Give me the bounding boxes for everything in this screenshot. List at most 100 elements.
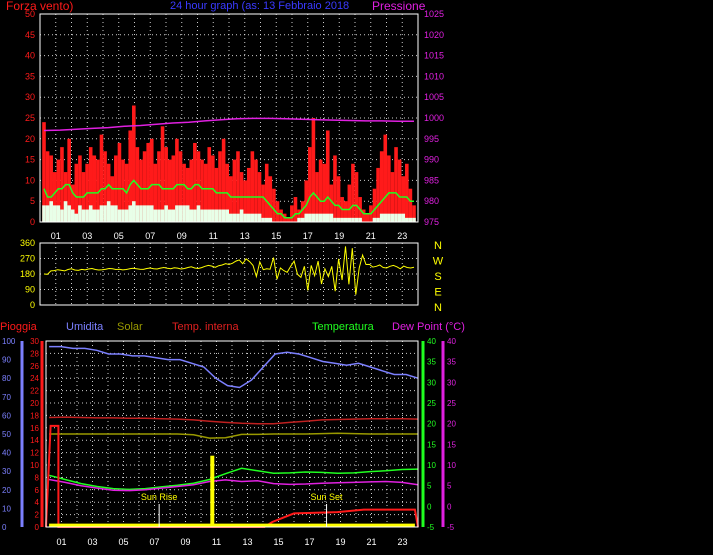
dewpoint-tick-label: -5 <box>447 523 455 532</box>
wind-min-bar <box>74 213 79 222</box>
wind-min-bar <box>229 213 233 222</box>
compass-label: W <box>433 256 444 268</box>
pressure-tick-label: 985 <box>424 175 439 185</box>
gust-bar <box>254 159 258 222</box>
wind-min-bar <box>214 209 219 222</box>
wind-direction-panel: 090180270360 NWSEN <box>20 238 444 314</box>
temperature-tick-label: 25 <box>427 399 436 408</box>
wind-min-bar <box>135 205 140 222</box>
pressure-tick-label: 1015 <box>424 51 444 61</box>
rain-tick-label: 10 <box>30 461 39 470</box>
gust-bar <box>272 188 276 222</box>
temperature-line <box>48 467 419 491</box>
x-tick-label: 09 <box>177 231 187 241</box>
rain-tick-label: 0 <box>35 523 40 532</box>
pressure-tick-label: 1020 <box>424 30 444 40</box>
wind-min-bar <box>322 213 326 222</box>
wind-min-bar <box>92 209 97 222</box>
wind-min-bar <box>311 213 316 222</box>
gust-bar <box>379 151 384 222</box>
rain-tick-label: 16 <box>30 424 39 433</box>
wind-min-bar <box>390 213 395 222</box>
wind-min-bar <box>81 209 86 222</box>
wind-tick-label: 20 <box>25 134 35 144</box>
temperature-tick-label: 5 <box>427 482 432 491</box>
humidity-tick-label: 100 <box>2 337 16 346</box>
temperature-tick-label: 0 <box>427 502 432 511</box>
dewpoint-tick-label: 5 <box>447 482 452 491</box>
wind-min-bar <box>397 213 402 222</box>
indoor-temp-legend: Temp. interna <box>172 321 240 333</box>
wind-min-bar <box>218 209 222 222</box>
compass-label: E <box>434 287 441 299</box>
wind-min-bar <box>185 205 190 222</box>
temperature-tick-label: -5 <box>427 523 435 532</box>
gust-bar <box>74 163 79 222</box>
wind-min-bar <box>336 217 341 222</box>
gust-bar <box>387 155 391 222</box>
gust-bar <box>290 205 294 222</box>
rain-tick-label: 6 <box>35 486 40 495</box>
x-tick-label: 13 <box>242 537 252 547</box>
sun-marker-label: Sun Set <box>311 492 344 502</box>
wind-tick-label: 10 <box>25 175 35 185</box>
pressure-tick-label: 1000 <box>424 113 444 123</box>
gust-bar <box>365 213 370 222</box>
x-tick-label: 03 <box>87 537 97 547</box>
gust-bar <box>354 172 359 222</box>
wind-min-bar <box>232 213 237 222</box>
x-tick-label: 13 <box>240 231 250 241</box>
wind-tick-label: 0 <box>30 217 35 227</box>
wind-min-bar <box>128 205 133 222</box>
wind-min-bar <box>333 217 337 222</box>
wind-tick-label: 35 <box>25 71 35 81</box>
temperature-tick-label: 35 <box>427 358 436 367</box>
wind-tick-label: 25 <box>25 113 35 123</box>
gust-bar <box>405 163 409 222</box>
rain-tick-label: 20 <box>30 399 39 408</box>
sun-marker-label: Sun Rise <box>141 492 178 502</box>
dewpoint-legend: Dew Point (°C) <box>392 321 465 333</box>
wind-min-bar <box>88 205 93 222</box>
temperature-legend: Temperatura <box>312 321 375 333</box>
dewpoint-tick-label: 0 <box>447 502 452 511</box>
humidity-tick-label: 10 <box>2 504 11 513</box>
wind-min-bar <box>387 213 391 222</box>
humidity-legend: Umidita <box>66 321 104 333</box>
x-tick-label: 09 <box>180 537 190 547</box>
wind-min-bar <box>211 209 215 222</box>
gust-bar <box>261 184 265 222</box>
x-tick-label: 05 <box>118 537 128 547</box>
wind-min-bar <box>207 209 212 222</box>
wind-min-bar <box>254 213 258 222</box>
rain-tick-label: 12 <box>30 449 39 458</box>
wind-min-bar <box>257 213 262 222</box>
pressure-line <box>43 117 414 132</box>
wind-min-bar <box>200 209 204 222</box>
wind-tick-label: 50 <box>25 9 35 19</box>
x-tick-label: 07 <box>145 231 155 241</box>
x-tick-label: 03 <box>82 231 92 241</box>
wind-tick-label: 40 <box>25 51 35 61</box>
pressure-axis-label: Pressione <box>372 0 426 13</box>
humidity-tick-label: 40 <box>2 449 11 458</box>
wind-min-bar <box>171 209 176 222</box>
x-tick-label: 21 <box>366 231 376 241</box>
gust-bar <box>394 147 398 222</box>
gust-bar <box>250 151 255 222</box>
dewpoint-tick-label: 10 <box>447 461 456 470</box>
pressure-tick-label: 995 <box>424 134 439 144</box>
wind-min-bar <box>318 213 323 222</box>
rain-tick-label: 24 <box>30 374 39 383</box>
dewpoint-tick-label: 40 <box>447 337 456 346</box>
gust-bar <box>397 159 402 222</box>
gust-bar <box>372 188 377 222</box>
wind-min-bar <box>193 209 197 222</box>
humidity-tick-label: 80 <box>2 374 11 383</box>
gust-bar <box>293 197 298 222</box>
rain-tick-label: 14 <box>30 436 39 445</box>
wind-min-bar <box>408 217 413 222</box>
wind-min-bar <box>315 213 319 222</box>
wind-min-bar <box>67 205 71 222</box>
gust-bar <box>376 167 380 222</box>
